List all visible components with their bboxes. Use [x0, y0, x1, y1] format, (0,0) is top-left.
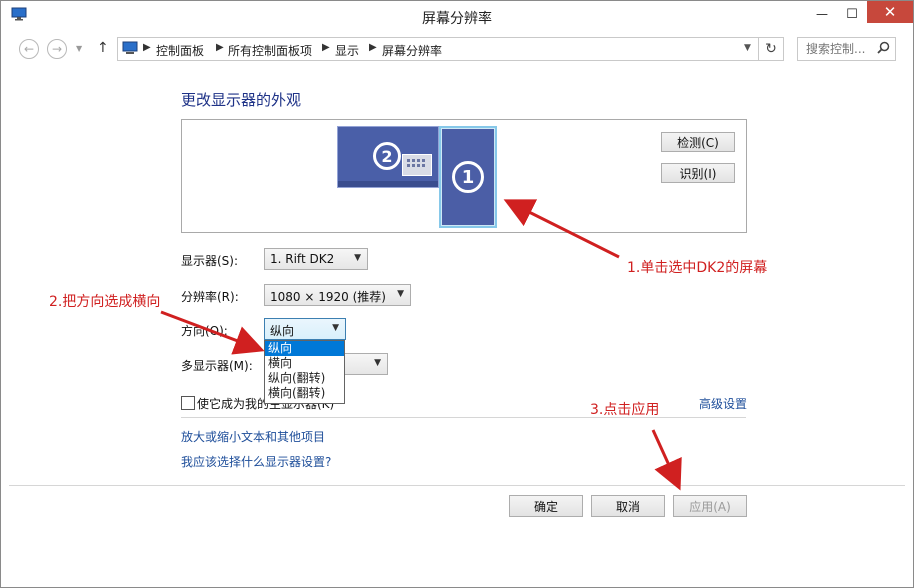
annotation-step-1: 1.单击选中DK2的屏幕 — [627, 260, 768, 276]
arrow-to-apply-button — [651, 429, 682, 491]
annotation-step-3: 3.点击应用 — [590, 402, 660, 418]
arrow-to-landscape-option — [160, 310, 265, 355]
arrow-to-monitor-1 — [503, 199, 620, 259]
annotation-step-2: 2.把方向选成横向 — [49, 294, 161, 310]
screen-resolution-window: 屏幕分辨率 — ☐ ✕ ← → ▼ ↑ ▶ 控制面板 ▶ 所有控制面板项 ▶ 显… — [0, 0, 914, 588]
